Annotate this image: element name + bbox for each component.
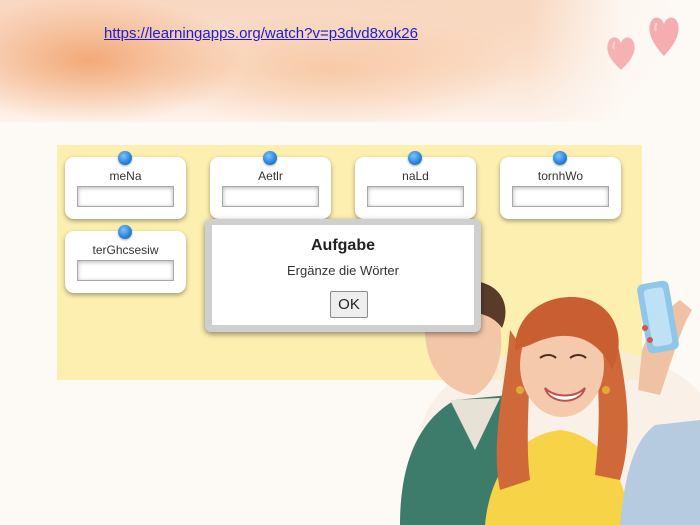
task-dialog-body: Aufgabe Ergänze die Wörter OK <box>212 225 474 325</box>
answer-input[interactable] <box>222 186 319 207</box>
drag-pin-icon[interactable] <box>553 151 567 165</box>
heart-icon <box>649 17 679 56</box>
answer-input[interactable] <box>77 186 174 207</box>
ok-button[interactable]: OK <box>330 291 368 318</box>
scrambled-word: tornhWo <box>537 169 584 183</box>
header-watercolor-banner <box>0 0 700 122</box>
scrambled-word: meNa <box>109 169 142 183</box>
word-card: tornhWo <box>500 151 621 219</box>
word-card: terGhcsesiw <box>65 225 186 293</box>
scrambled-word: terGhcsesiw <box>92 243 159 257</box>
word-card: Aetlr <box>210 151 331 219</box>
word-card: naLd <box>355 151 476 219</box>
drag-pin-icon[interactable] <box>118 151 132 165</box>
word-card: meNa <box>65 151 186 219</box>
heart-icon <box>607 37 635 70</box>
scrambled-word: Aetlr <box>258 169 283 183</box>
answer-input[interactable] <box>512 186 609 207</box>
answer-input[interactable] <box>77 260 174 281</box>
dialog-title: Aufgabe <box>311 237 375 254</box>
learningapps-link[interactable]: https://learningapps.org/watch?v=p3dvd8x… <box>104 25 418 42</box>
answer-input[interactable] <box>367 186 464 207</box>
dialog-instruction: Ergänze die Wörter <box>287 263 399 278</box>
scrambled-word: naLd <box>402 169 429 183</box>
drag-pin-icon[interactable] <box>118 225 132 239</box>
drag-pin-icon[interactable] <box>263 151 277 165</box>
task-dialog: Aufgabe Ergänze die Wörter OK <box>205 219 481 332</box>
drag-pin-icon[interactable] <box>408 151 422 165</box>
